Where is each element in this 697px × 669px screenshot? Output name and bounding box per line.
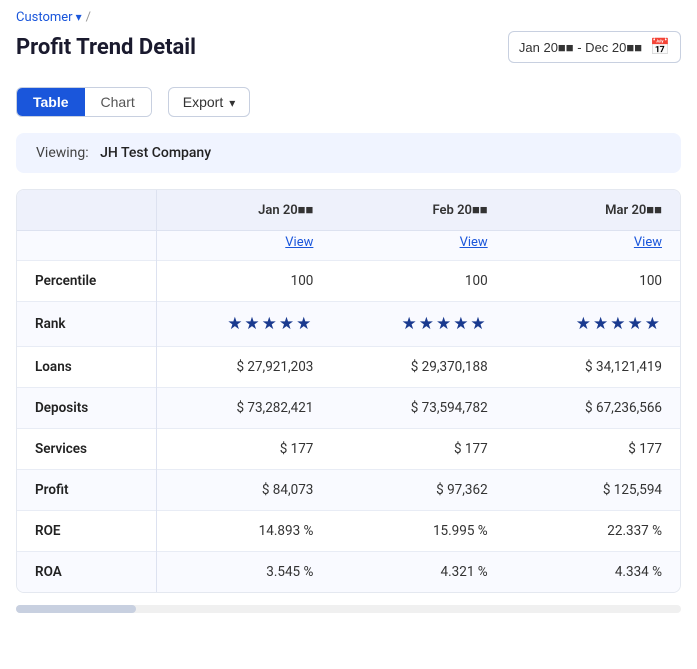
- breadcrumb-separator: /: [86, 10, 91, 25]
- row-label: ROE: [17, 511, 156, 552]
- export-label: Export: [183, 94, 223, 110]
- cell-feb: $ 177: [331, 429, 505, 470]
- cell-feb: 100: [331, 261, 505, 302]
- table-row: Rank ★★★★★ ★★★★★ ★★★★★: [17, 302, 680, 347]
- view-link-feb[interactable]: View: [331, 231, 505, 261]
- data-table-wrapper: Jan 20■■ Feb 20■■ Mar 20■■ View View Vie…: [16, 189, 681, 593]
- cell-mar: ★★★★★: [506, 302, 680, 347]
- scrollbar-thumb[interactable]: [16, 605, 136, 613]
- cell-mar: $ 177: [506, 429, 680, 470]
- viewing-bar: Viewing: JH Test Company: [16, 133, 681, 173]
- table-row: Services$ 177$ 177$ 177: [17, 429, 680, 470]
- cell-jan: 14.893 %: [156, 511, 331, 552]
- cell-jan: $ 27,921,203: [156, 347, 331, 388]
- cell-jan: 100: [156, 261, 331, 302]
- table-header-row: Jan 20■■ Feb 20■■ Mar 20■■: [17, 190, 680, 231]
- cell-jan: $ 73,282,421: [156, 388, 331, 429]
- cell-jan: $ 84,073: [156, 470, 331, 511]
- cell-feb: 4.321 %: [331, 552, 505, 593]
- cell-mar: 100: [506, 261, 680, 302]
- cell-mar: 4.334 %: [506, 552, 680, 593]
- col-header-name: [17, 190, 156, 231]
- calendar-icon: 📅: [650, 37, 670, 57]
- row-label: Percentile: [17, 261, 156, 302]
- table-row: ROE14.893 %15.995 %22.337 %: [17, 511, 680, 552]
- tab-group: Table Chart: [16, 87, 152, 117]
- profit-trend-table: Jan 20■■ Feb 20■■ Mar 20■■ View View Vie…: [17, 190, 680, 592]
- cell-feb: 15.995 %: [331, 511, 505, 552]
- view-row-label: [17, 231, 156, 261]
- cell-feb: ★★★★★: [331, 302, 505, 347]
- view-link-mar[interactable]: View: [506, 231, 680, 261]
- col-header-mar: Mar 20■■: [506, 190, 680, 231]
- cell-feb: $ 73,594,782: [331, 388, 505, 429]
- star-rating: ★★★★★: [576, 314, 662, 334]
- star-rating: ★★★★★: [401, 314, 487, 334]
- cell-mar: $ 67,236,566: [506, 388, 680, 429]
- table-row: Deposits$ 73,282,421$ 73,594,782$ 67,236…: [17, 388, 680, 429]
- col-header-jan: Jan 20■■: [156, 190, 331, 231]
- export-chevron-icon: [229, 94, 235, 110]
- table-row: ROA3.545 %4.321 %4.334 %: [17, 552, 680, 593]
- star-rating: ★★★★★: [227, 314, 313, 334]
- tab-table[interactable]: Table: [17, 88, 85, 116]
- cell-mar: $ 125,594: [506, 470, 680, 511]
- date-range-button[interactable]: Jan 20■■ - Dec 20■■ 📅: [508, 31, 681, 63]
- cell-feb: $ 29,370,188: [331, 347, 505, 388]
- row-label: ROA: [17, 552, 156, 593]
- date-range-text: Jan 20■■ - Dec 20■■: [519, 40, 642, 55]
- toolbar: Table Chart Export: [0, 79, 697, 125]
- cell-feb: $ 97,362: [331, 470, 505, 511]
- table-row: Percentile100100100: [17, 261, 680, 302]
- view-link-jan[interactable]: View: [156, 231, 331, 261]
- cell-jan: $ 177: [156, 429, 331, 470]
- cell-jan: 3.545 %: [156, 552, 331, 593]
- export-button[interactable]: Export: [168, 87, 251, 117]
- viewing-company: JH Test Company: [100, 145, 211, 161]
- row-label: Profit: [17, 470, 156, 511]
- tab-chart[interactable]: Chart: [85, 88, 151, 116]
- row-label: Rank: [17, 302, 156, 347]
- customer-dropdown-icon[interactable]: [76, 10, 82, 25]
- viewing-label: Viewing:: [36, 145, 89, 161]
- table-row: Loans$ 27,921,203$ 29,370,188$ 34,121,41…: [17, 347, 680, 388]
- row-label: Loans: [17, 347, 156, 388]
- row-label: Deposits: [17, 388, 156, 429]
- row-label: Services: [17, 429, 156, 470]
- breadcrumb: Customer /: [0, 0, 697, 29]
- view-links-row: View View View: [17, 231, 680, 261]
- cell-mar: $ 34,121,419: [506, 347, 680, 388]
- breadcrumb-customer-label: Customer: [16, 10, 73, 25]
- horizontal-scrollbar[interactable]: [16, 605, 681, 613]
- page-header: Profit Trend Detail Jan 20■■ - Dec 20■■ …: [0, 29, 697, 79]
- breadcrumb-customer[interactable]: Customer: [16, 10, 82, 25]
- cell-mar: 22.337 %: [506, 511, 680, 552]
- col-header-feb: Feb 20■■: [331, 190, 505, 231]
- page-title: Profit Trend Detail: [16, 35, 196, 60]
- table-row: Profit$ 84,073$ 97,362$ 125,594: [17, 470, 680, 511]
- cell-jan: ★★★★★: [156, 302, 331, 347]
